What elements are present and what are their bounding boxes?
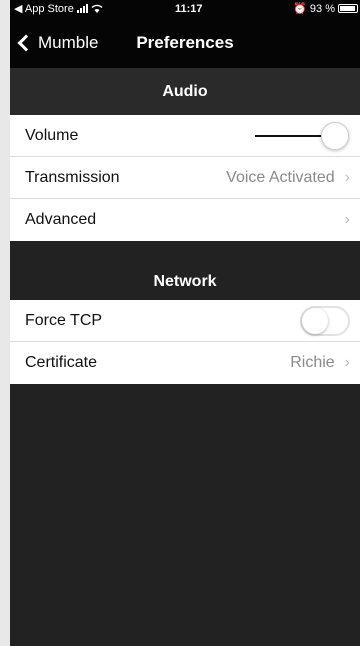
- certificate-detail: Richie ›: [290, 354, 350, 372]
- chevron-right-icon: ›: [344, 211, 350, 228]
- volume-label: Volume: [25, 126, 79, 144]
- wifi-icon: [91, 4, 103, 13]
- section-header-network: Network: [10, 241, 360, 300]
- transmission-label: Transmission: [25, 168, 120, 186]
- signal-icon: [76, 4, 88, 13]
- status-right: ⏰ 93 %: [293, 2, 360, 15]
- volume-slider-thumb[interactable]: [321, 121, 349, 150]
- transmission-value: Voice Activated: [226, 168, 335, 186]
- certificate-row[interactable]: Certificate Richie ›: [10, 342, 360, 384]
- force-tcp-toggle[interactable]: [300, 305, 350, 336]
- audio-settings-group: Volume Transmission Voice Activated › Ad…: [10, 115, 360, 241]
- chevron-right-icon: ›: [344, 168, 350, 186]
- top-bar: ◀ App Store 11:17 ⏰ 93 % Mumble Preferen…: [10, 0, 360, 68]
- volume-slider[interactable]: [255, 121, 350, 150]
- advanced-label: Advanced: [25, 211, 97, 228]
- back-button[interactable]: Mumble: [10, 33, 98, 53]
- battery-percent: 93 %: [309, 2, 335, 15]
- certificate-value: Richie: [290, 354, 335, 371]
- status-bar: ◀ App Store 11:17 ⏰ 93 %: [10, 0, 360, 17]
- transmission-row[interactable]: Transmission Voice Activated ›: [10, 157, 360, 199]
- chevron-left-icon: [17, 34, 35, 51]
- battery-icon: [338, 4, 358, 13]
- transmission-detail: Voice Activated ›: [226, 169, 350, 187]
- back-button-label: Mumble: [38, 32, 99, 52]
- back-to-app-store[interactable]: ◀ App Store: [14, 2, 74, 15]
- navigation-bar: Mumble Preferences: [10, 17, 360, 68]
- advanced-row[interactable]: Advanced ›: [10, 199, 360, 241]
- section-header-audio: Audio: [10, 68, 360, 115]
- certificate-label: Certificate: [25, 354, 98, 371]
- alarm-icon: ⏰: [293, 3, 307, 15]
- advanced-detail: ›: [345, 211, 350, 229]
- status-time: 11:17: [175, 3, 203, 15]
- status-left: ◀ App Store: [14, 2, 103, 15]
- force-tcp-row: Force TCP: [10, 300, 360, 342]
- chevron-right-icon: ›: [344, 354, 350, 371]
- phone-screen: ◀ App Store 11:17 ⏰ 93 % Mumble Preferen…: [10, 0, 360, 646]
- volume-row: Volume: [10, 115, 360, 157]
- force-tcp-label: Force TCP: [25, 311, 103, 329]
- network-settings-group: Force TCP Certificate Richie ›: [10, 300, 360, 384]
- force-tcp-toggle-knob: [302, 307, 328, 334]
